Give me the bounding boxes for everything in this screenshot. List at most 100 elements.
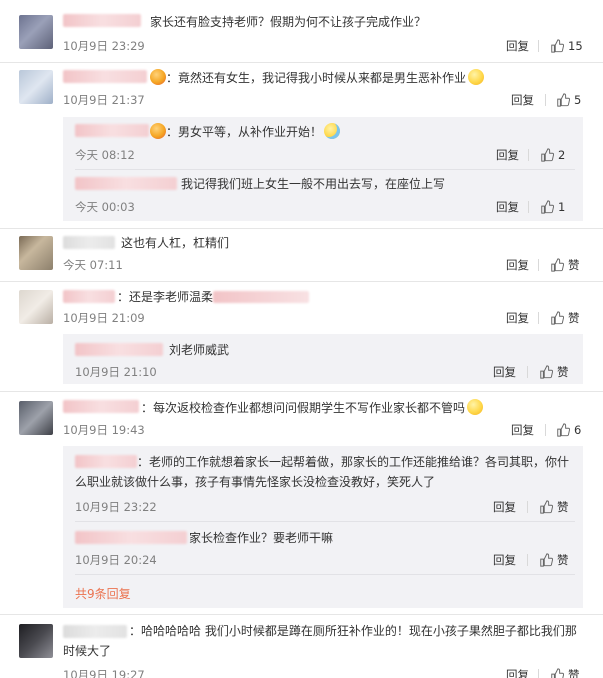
divider: [538, 669, 539, 678]
like-button[interactable]: 赞: [550, 310, 580, 326]
sub-reply-time: 10月9日 20:24: [75, 553, 157, 567]
like-button[interactable]: 赞: [539, 364, 569, 380]
emoji-icon: [150, 123, 166, 139]
like-label: 赞: [568, 258, 580, 272]
divider: [528, 149, 529, 161]
avatar[interactable]: [19, 624, 53, 658]
like-label: 赞: [568, 311, 580, 325]
divider: [527, 554, 528, 566]
comment-text: ：竟然还有女生，我记得我小时候从来都是男生恶补作业: [150, 69, 485, 86]
like-label: 赞: [557, 500, 569, 514]
sub-reply-text: 刘老师威武: [169, 343, 230, 357]
sub-reply-text: 我记得我们班上女生一般不用出去写，在座位上写: [181, 177, 446, 191]
divider: [538, 259, 539, 271]
thumb-up-icon: [557, 423, 570, 437]
divider: [527, 501, 528, 513]
divider-line: [75, 521, 575, 522]
reply-button[interactable]: 回复: [496, 148, 519, 162]
divider: [538, 40, 539, 52]
username[interactable]: [75, 177, 177, 190]
avatar[interactable]: [19, 401, 53, 435]
sub-reply-text: ：老师的工作就想着家长一起帮着做，那家长的工作还能推给谁？各司其职，你什么职业就…: [75, 455, 570, 489]
like-button[interactable]: 赞: [539, 499, 569, 515]
divider-line: [75, 574, 575, 575]
divider: [545, 424, 546, 436]
divider-line: [75, 169, 575, 170]
divider: [545, 94, 546, 106]
sub-reply-text: 家长检查作业？要老师干嘛: [189, 531, 334, 545]
comment-text: ：每次返校检查作业都想问问假期学生不写作业家长都不管吗: [141, 399, 484, 416]
reply-button[interactable]: 回复: [511, 423, 534, 437]
sub-reply-time: 10月9日 23:22: [75, 500, 157, 514]
sub-reply-time: 今天 08:12: [75, 148, 135, 162]
like-button[interactable]: 2: [540, 147, 565, 163]
like-count: 1: [558, 200, 566, 214]
comment-time: 10月9日 21:09: [63, 311, 145, 325]
like-button[interactable]: 赞: [550, 257, 580, 273]
thumb-up-icon: [540, 365, 553, 379]
reply-button[interactable]: 回复: [511, 93, 534, 107]
thumb-up-icon: [551, 668, 564, 678]
avatar[interactable]: [19, 236, 53, 270]
divider: [528, 201, 529, 213]
like-button[interactable]: 5: [556, 92, 581, 108]
thumb-up-icon: [557, 93, 570, 107]
more-replies-link[interactable]: 共9条回复: [75, 585, 131, 602]
emoji-icon: [150, 69, 166, 85]
username[interactable]: [75, 343, 163, 356]
username[interactable]: [63, 290, 115, 303]
reply-button[interactable]: 回复: [506, 258, 529, 272]
like-button[interactable]: 1: [540, 199, 565, 215]
like-button[interactable]: 赞: [539, 552, 569, 568]
username[interactable]: [63, 236, 115, 249]
reply-button[interactable]: 回复: [493, 500, 516, 514]
thumb-up-icon: [551, 258, 564, 272]
comment-text: 家长还有脸支持老师？假期为何不让孩子完成作业？: [150, 15, 427, 29]
username[interactable]: [63, 14, 141, 27]
emoji-icon: [468, 69, 485, 85]
username[interactable]: [75, 531, 187, 544]
comment-text: ：还是李老师温柔: [117, 289, 310, 305]
thumb-up-icon: [541, 200, 554, 214]
username[interactable]: [63, 70, 147, 83]
like-label: 赞: [557, 553, 569, 567]
reply-button[interactable]: 回复: [506, 39, 529, 53]
like-button[interactable]: 15: [550, 38, 583, 54]
reply-button[interactable]: 回复: [506, 311, 529, 325]
thumb-up-icon: [551, 311, 564, 325]
avatar[interactable]: [19, 15, 53, 49]
emoji-icon: [324, 123, 341, 139]
divider-line: [0, 614, 603, 615]
mention-blur: [213, 291, 310, 303]
sub-reply-time: 今天 00:03: [75, 200, 135, 214]
avatar[interactable]: [19, 70, 53, 104]
like-button[interactable]: 6: [556, 422, 581, 438]
like-label: 赞: [557, 365, 569, 379]
like-button[interactable]: 赞: [550, 667, 580, 678]
divider-line: [0, 281, 603, 282]
reply-button[interactable]: 回复: [496, 200, 519, 214]
username[interactable]: [63, 400, 139, 413]
comment-text: 这也有人杠，杠精们: [121, 236, 230, 250]
comment-time: 10月9日 19:27: [63, 668, 145, 678]
emoji-icon: [467, 399, 484, 415]
reply-button[interactable]: 回复: [493, 365, 516, 379]
divider: [538, 312, 539, 324]
thumb-up-icon: [540, 500, 553, 514]
comment-list: 家长还有脸支持老师？假期为何不让孩子完成作业？ 10月9日 23:29 回复 1…: [0, 0, 603, 678]
reply-button[interactable]: 回复: [493, 553, 516, 567]
like-count: 2: [558, 148, 566, 162]
like-label: 赞: [568, 668, 580, 678]
username[interactable]: [75, 124, 149, 137]
sub-reply-time: 10月9日 21:10: [75, 365, 157, 379]
divider-line: [0, 228, 603, 229]
like-count: 15: [568, 39, 583, 53]
divider-line: [0, 62, 603, 63]
like-count: 5: [574, 93, 582, 107]
reply-button[interactable]: 回复: [506, 668, 529, 678]
sub-reply-text: ：男女平等，从补作业开始！: [150, 123, 341, 140]
thumb-up-icon: [540, 553, 553, 567]
avatar[interactable]: [19, 290, 53, 324]
comment-time: 10月9日 23:29: [63, 39, 145, 53]
divider: [527, 366, 528, 378]
